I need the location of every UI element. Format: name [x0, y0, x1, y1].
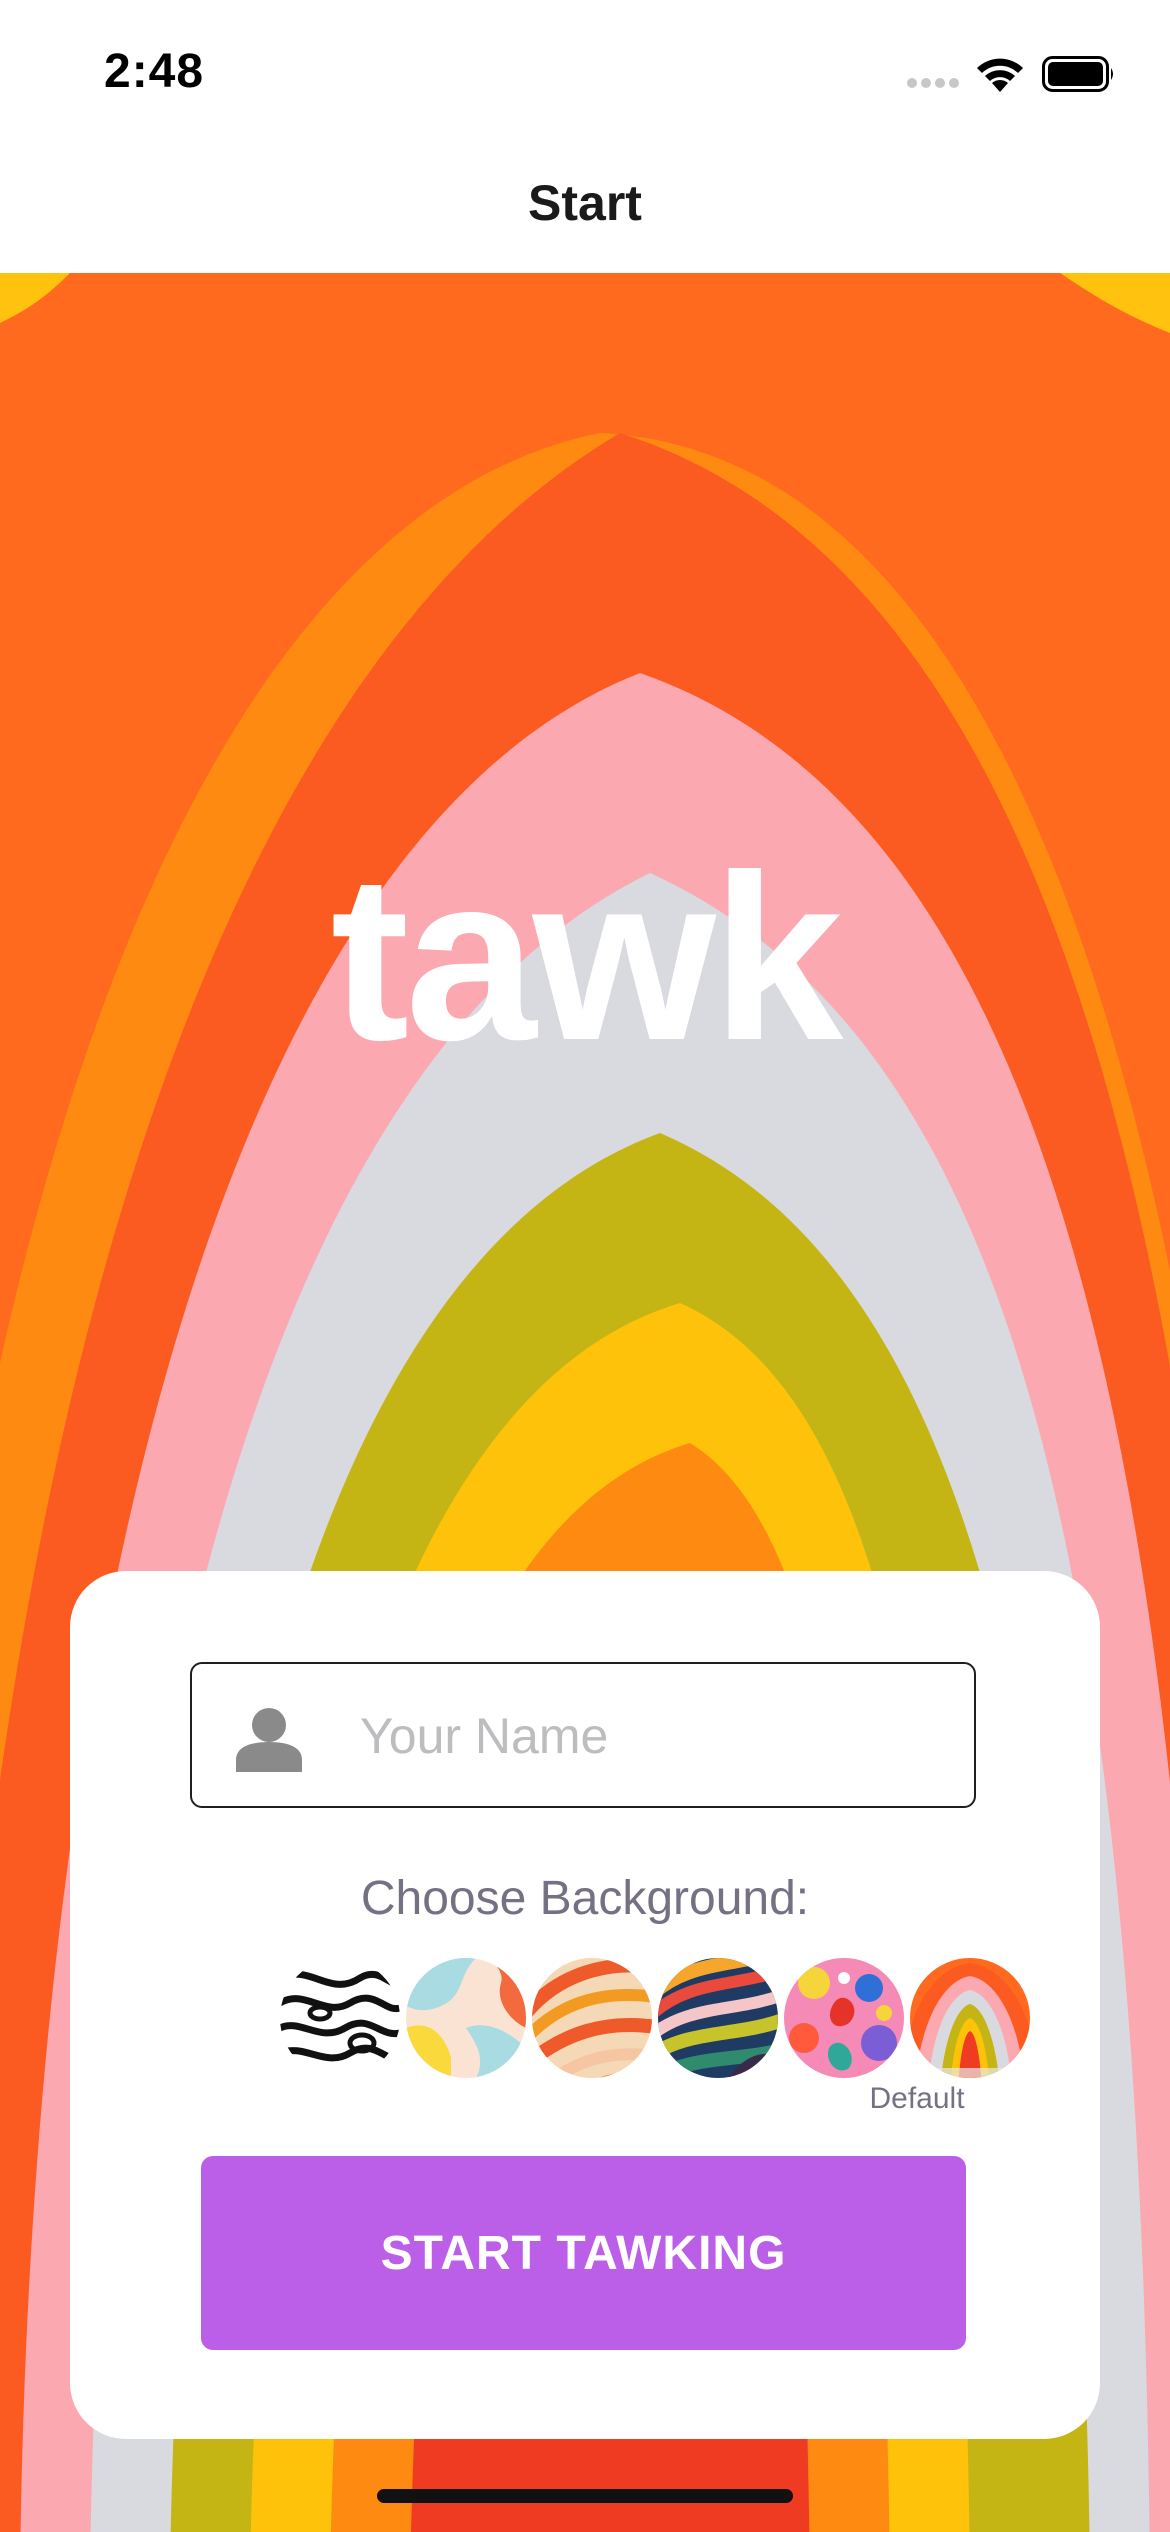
app-logo: tawk: [330, 826, 844, 1090]
status-bar: 2:48: [0, 0, 1170, 140]
background-options: [210, 1958, 1030, 2082]
page-title: Start: [528, 175, 642, 231]
background-option-rainbow-curves[interactable]: [658, 1958, 778, 2078]
battery-icon: [1042, 56, 1113, 92]
background-option-orange-stripes[interactable]: [532, 1958, 652, 2078]
background-option-pastel-waves[interactable]: [406, 1958, 526, 2078]
default-caption: Default: [869, 2082, 965, 2115]
name-field[interactable]: [190, 1662, 976, 1808]
background-option-floral[interactable]: [784, 1958, 904, 2078]
navigation-bar: Start: [0, 140, 1170, 274]
status-time: 2:48: [104, 45, 205, 98]
start-tawking-button[interactable]: START TAWKING: [201, 2156, 966, 2350]
name-input[interactable]: [358, 1664, 952, 1808]
start-card: Choose Background:: [70, 1571, 1100, 2439]
person-icon: [236, 1708, 302, 1772]
background-option-default[interactable]: [910, 1958, 1030, 2078]
choose-background-label: Choose Background:: [360, 1872, 810, 1925]
cellular-signal-icon: [907, 78, 959, 88]
background-option-marble[interactable]: [280, 1958, 400, 2078]
home-indicator: [377, 2489, 793, 2503]
wifi-icon: [977, 58, 1023, 92]
